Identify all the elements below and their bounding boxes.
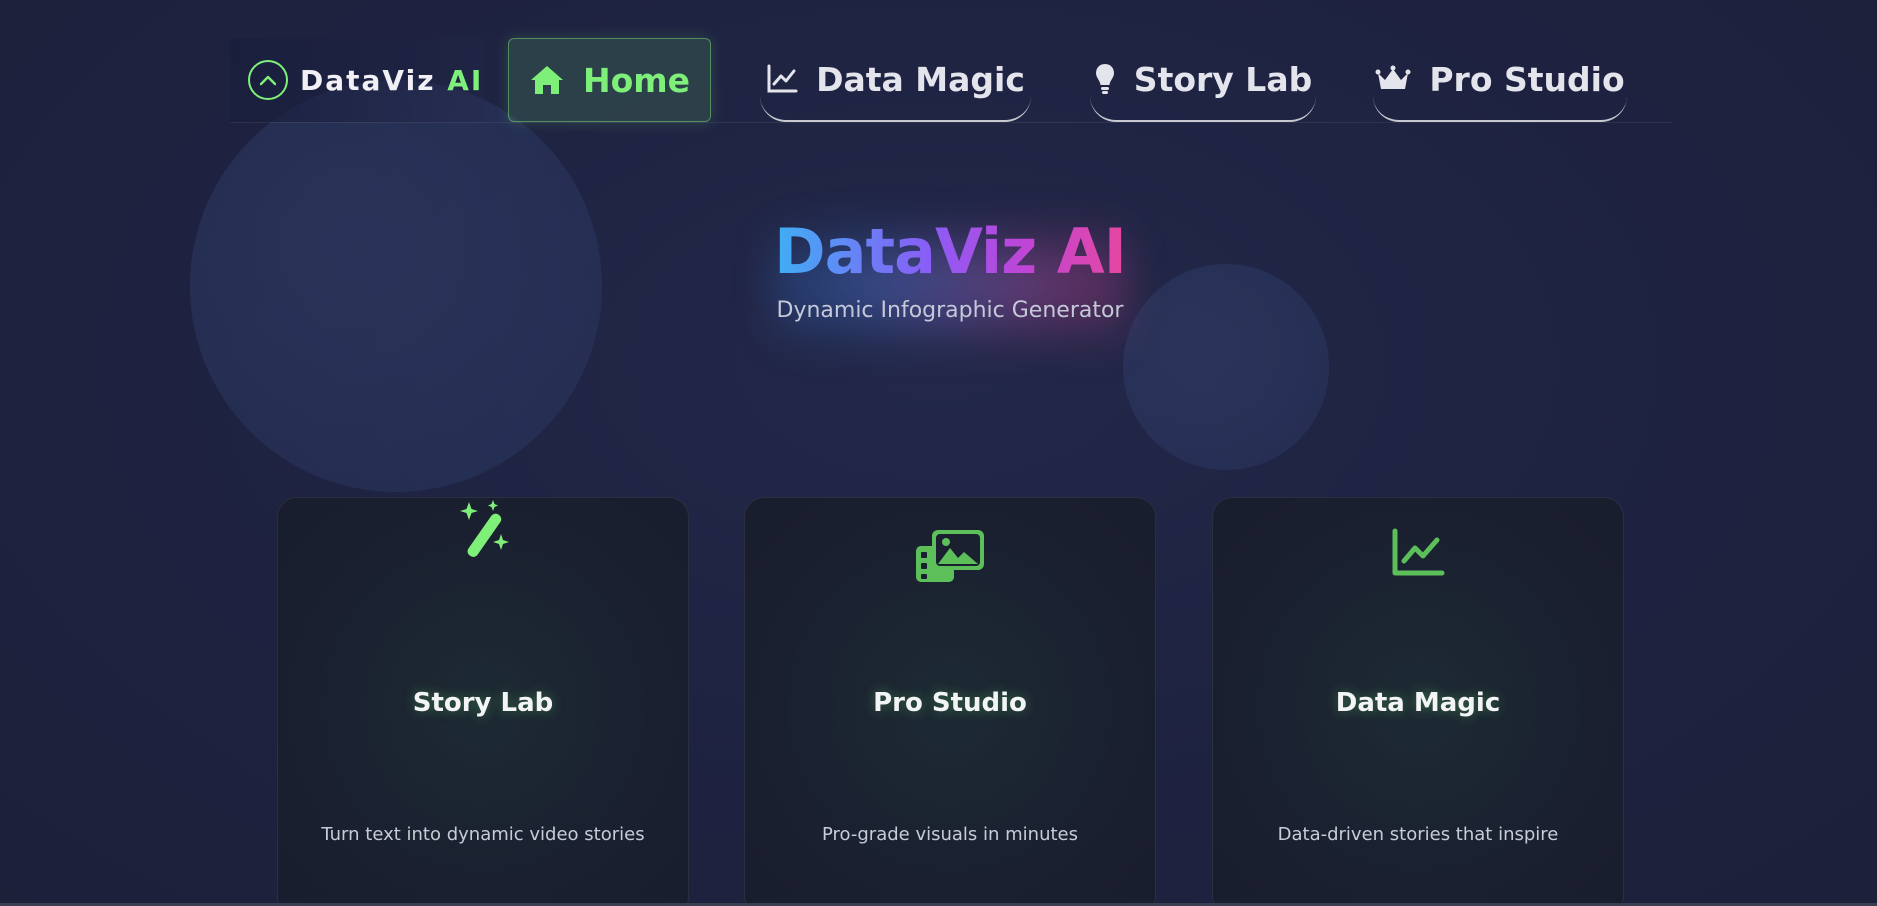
logo-name: DataViz xyxy=(300,63,436,97)
magic-wand-icon xyxy=(278,500,688,560)
chart-line-icon xyxy=(766,64,798,94)
logo-suffix: AI xyxy=(447,63,484,97)
card-data-magic[interactable]: Data Magic Data-driven stories that insp… xyxy=(1212,497,1624,906)
nav-item-label: Home xyxy=(583,60,691,100)
home-icon xyxy=(529,64,565,96)
nav-item-pro-studio[interactable]: Pro Studio xyxy=(1373,38,1627,122)
hero-subtitle: Dynamic Infographic Generator xyxy=(776,298,1124,324)
decorative-circle-large xyxy=(190,80,602,492)
chart-line-icon xyxy=(1213,528,1623,578)
nav-item-label: Story Lab xyxy=(1133,59,1313,99)
crown-icon xyxy=(1375,65,1411,93)
card-description: Data-driven stories that inspire xyxy=(1277,824,1559,845)
card-title: Data Magic xyxy=(1335,688,1501,718)
page: DataViz AI Home Data Magic Story Lab Pro… xyxy=(0,0,1877,906)
card-title: Pro Studio xyxy=(873,688,1027,718)
top-nav: DataViz AI Home Data Magic Story Lab Pro… xyxy=(230,38,1672,123)
logo-text: DataViz AI xyxy=(300,64,483,97)
nav-item-story-lab[interactable]: Story Lab xyxy=(1090,38,1316,122)
card-description: Turn text into dynamic video stories xyxy=(321,824,645,845)
hero: DataViz AI Dynamic Infographic Generator xyxy=(760,200,1140,370)
chevron-up-circle-icon xyxy=(248,60,288,100)
card-story-lab[interactable]: Story Lab Turn text into dynamic video s… xyxy=(277,497,689,906)
logo[interactable]: DataViz AI xyxy=(230,38,485,122)
photo-film-icon xyxy=(745,528,1155,584)
card-description: Pro-grade visuals in minutes xyxy=(821,824,1079,845)
card-title: Story Lab xyxy=(412,688,554,718)
nav-item-label: Data Magic xyxy=(816,59,1025,99)
card-pro-studio[interactable]: Pro Studio Pro-grade visuals in minutes xyxy=(744,497,1156,906)
nav-item-label: Pro Studio xyxy=(1429,59,1625,99)
lightbulb-icon xyxy=(1094,62,1116,96)
hero-title: DataViz AI xyxy=(760,217,1140,286)
nav-item-data-magic[interactable]: Data Magic xyxy=(760,38,1031,122)
nav-item-home[interactable]: Home xyxy=(508,38,711,122)
decorative-circle-small xyxy=(1123,264,1329,470)
